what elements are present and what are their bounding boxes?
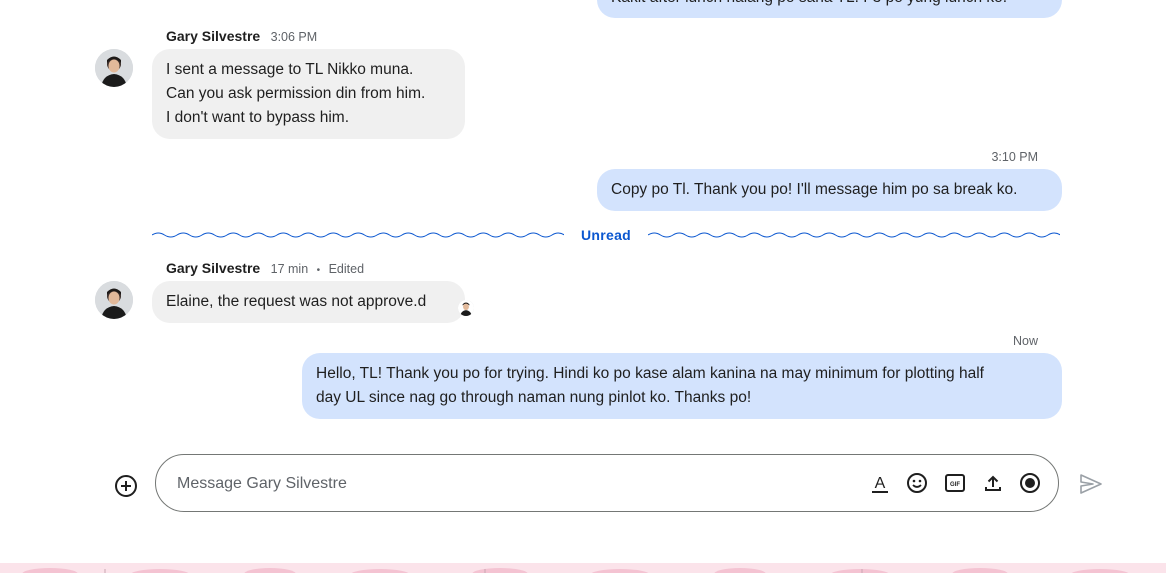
- unread-divider-wave-left: [152, 232, 564, 238]
- emoji-icon[interactable]: [906, 472, 928, 494]
- record-icon[interactable]: [1019, 472, 1041, 494]
- decorative-floral-border: [0, 563, 1166, 573]
- message-text-line: I sent a message to TL Nikko muna.: [166, 61, 414, 78]
- message-text-line: Hello, TL! Thank you po for trying. Hind…: [316, 365, 984, 382]
- sender-name[interactable]: Gary Silvestre: [166, 260, 260, 276]
- message-header: Gary Silvestre 3:06 PM: [166, 28, 317, 46]
- send-icon[interactable]: [1078, 471, 1104, 497]
- message-text: Copy po Tl. Thank you po! I'll message h…: [611, 181, 1018, 198]
- text-format-icon[interactable]: A: [869, 472, 891, 494]
- edited-label: Edited: [328, 262, 365, 276]
- separator-dot-icon: •: [316, 265, 321, 276]
- message-bubble-outgoing[interactable]: Hello, TL! Thank you po for trying. Hind…: [302, 353, 1062, 419]
- message-text-line: I don't want to bypass him.: [166, 109, 350, 126]
- message-text-line: day UL since nag go through naman nung p…: [316, 389, 752, 406]
- svg-text:GIF: GIF: [950, 482, 960, 488]
- sender-name[interactable]: Gary Silvestre: [166, 28, 260, 44]
- message-text-line: Can you ask permission din from him.: [166, 85, 426, 102]
- message-time: 3:10 PM: [991, 150, 1038, 164]
- gif-icon[interactable]: GIF: [944, 472, 966, 494]
- svg-text:A: A: [875, 475, 886, 492]
- message-input[interactable]: [175, 471, 819, 497]
- message-time: Now: [1012, 334, 1038, 348]
- message-bubble-incoming[interactable]: I sent a message to TL Nikko muna. Can y…: [152, 49, 465, 139]
- message-time: 3:06 PM: [270, 30, 318, 44]
- unread-divider-wave-right: [648, 232, 1060, 238]
- read-receipt-avatar: [458, 300, 474, 316]
- unread-label: Unread: [580, 227, 632, 243]
- message-header: Gary Silvestre 17 min • Edited: [166, 260, 364, 278]
- message-text: Kakit after lunch nalang po sana TL. I-3…: [611, 0, 1048, 10]
- plus-circle-icon[interactable]: [114, 474, 138, 498]
- upload-icon[interactable]: [982, 472, 1004, 494]
- avatar[interactable]: [95, 281, 133, 319]
- message-bubble-outgoing[interactable]: Copy po Tl. Thank you po! I'll message h…: [597, 169, 1062, 211]
- message-bubble-incoming[interactable]: Elaine, the request was not approve.d: [152, 281, 465, 323]
- message-text: Elaine, the request was not approve.d: [166, 293, 427, 310]
- avatar[interactable]: [95, 49, 133, 87]
- message-bubble-outgoing-partial: Kakit after lunch nalang po sana TL. I-3…: [597, 0, 1062, 18]
- message-time: 17 min: [270, 262, 309, 276]
